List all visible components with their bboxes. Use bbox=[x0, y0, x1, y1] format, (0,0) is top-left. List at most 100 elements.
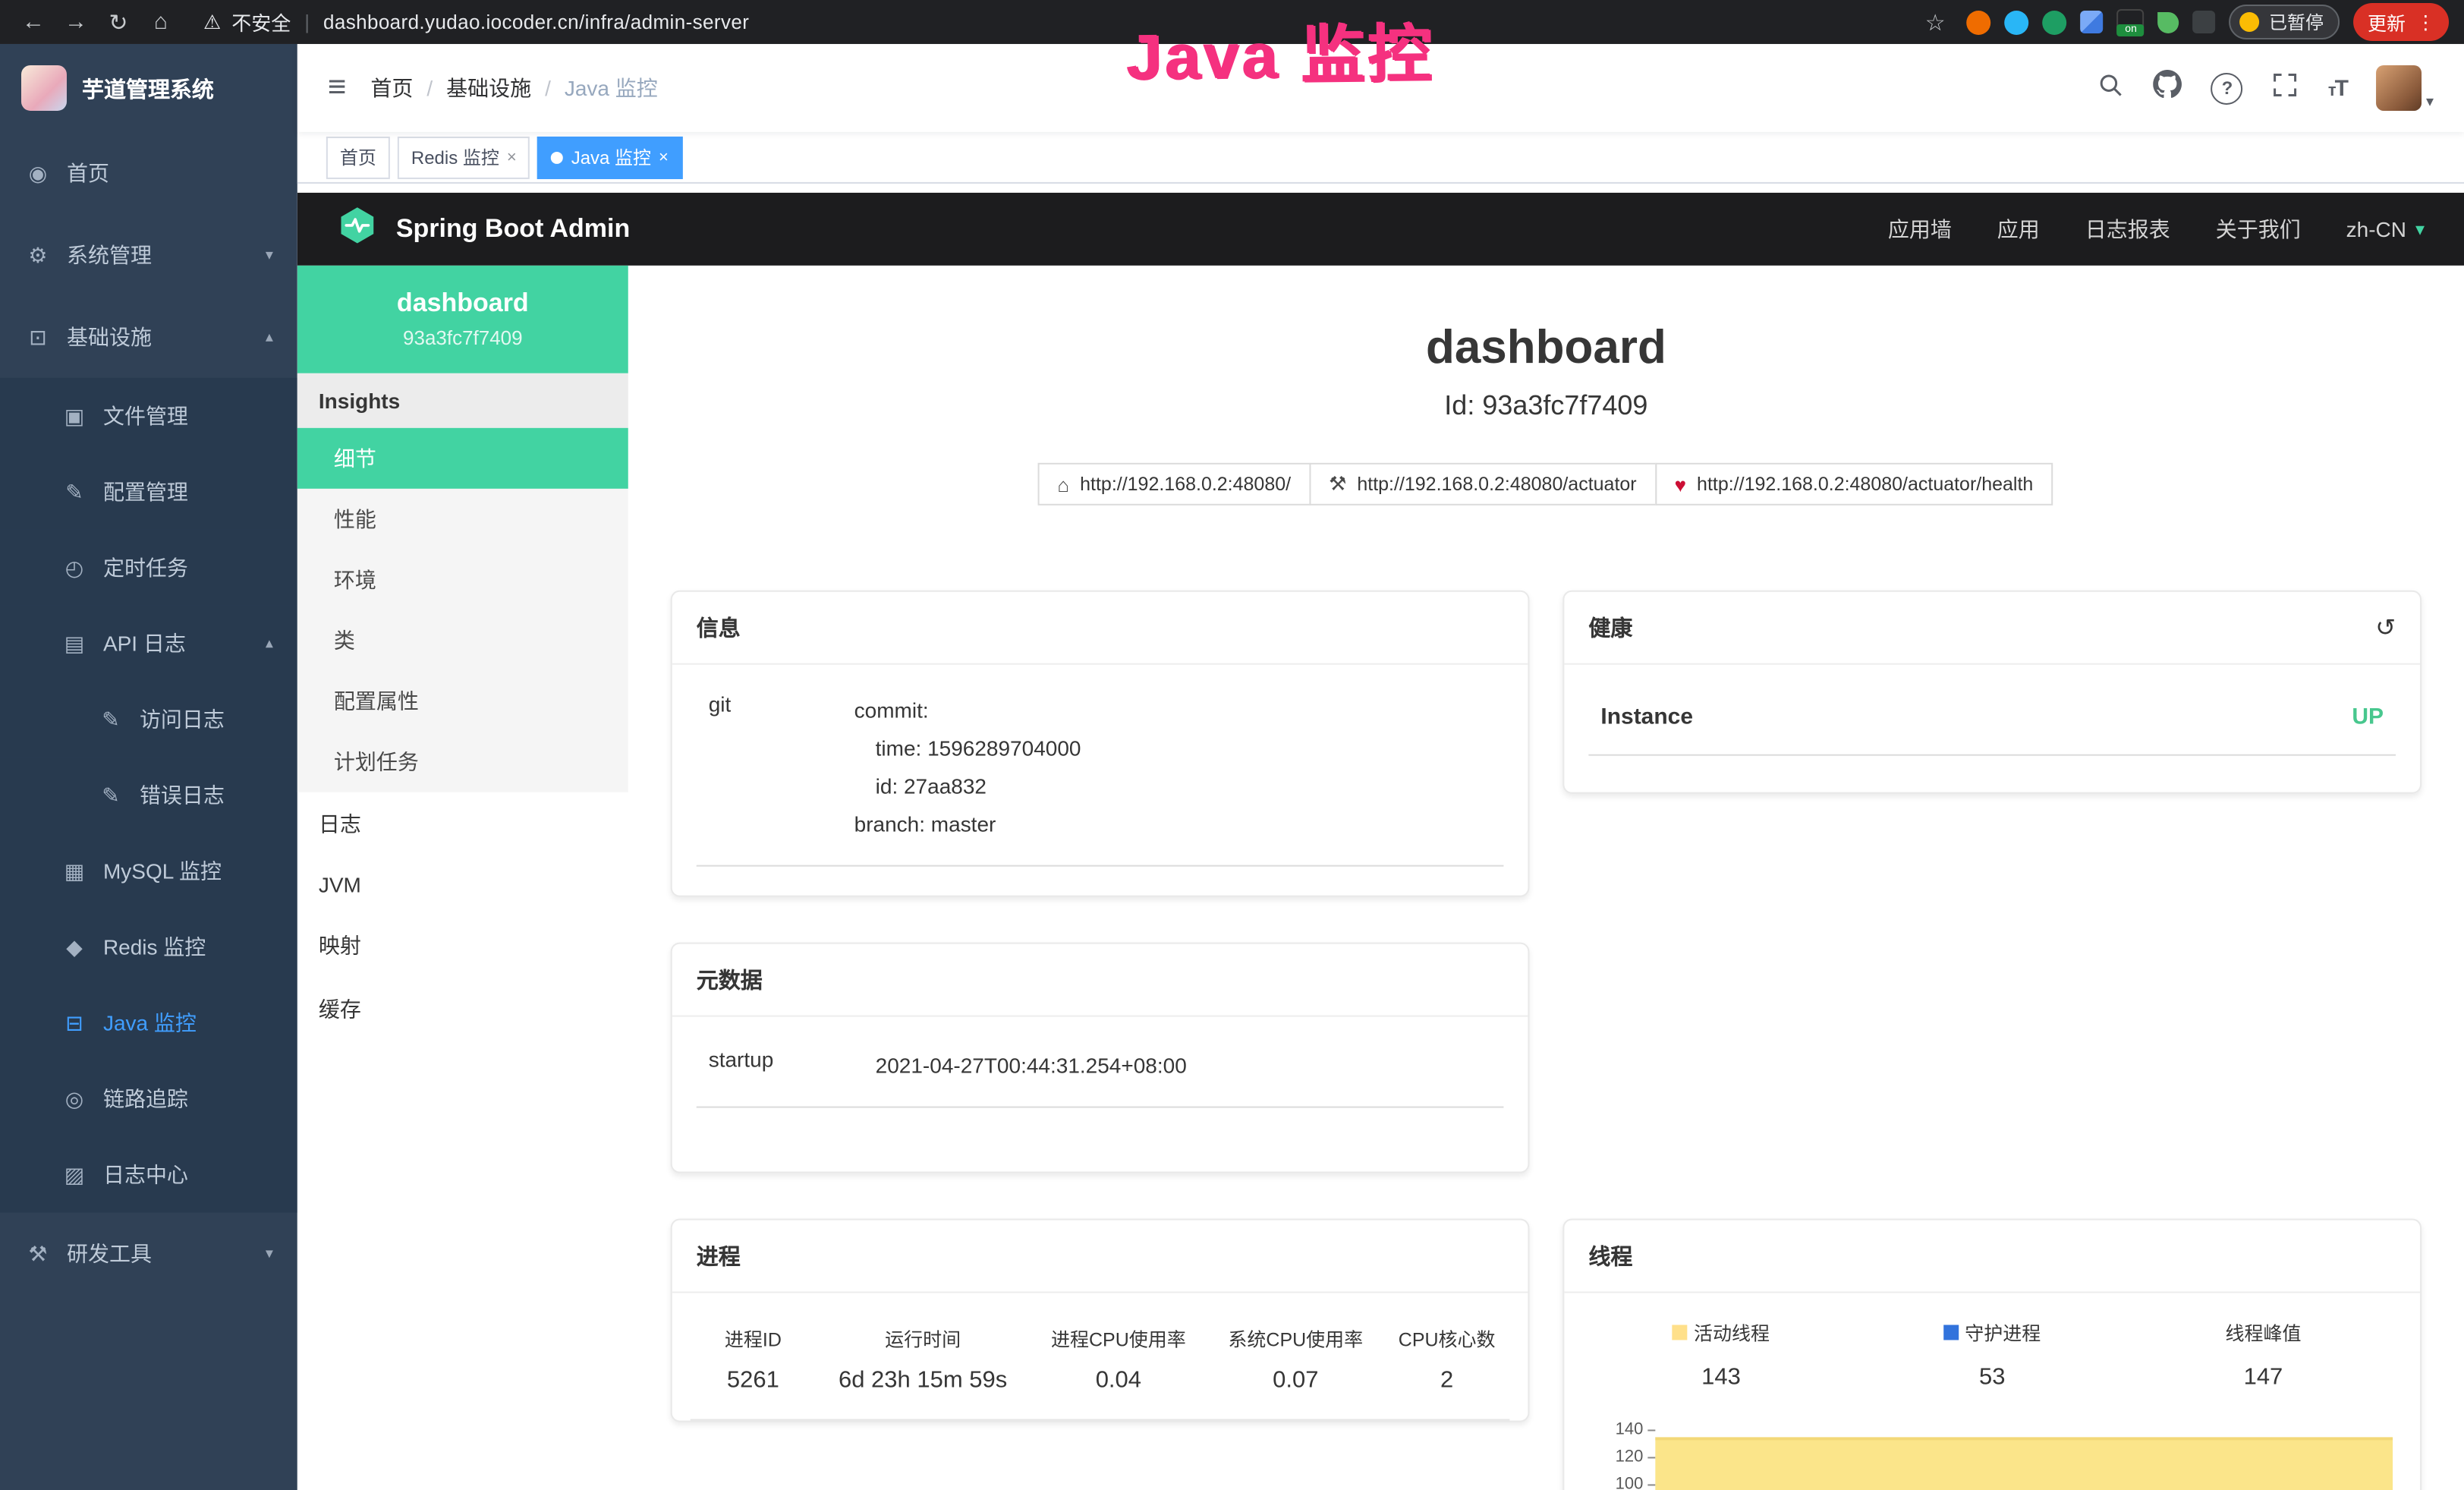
sidebar-item-label: MySQL 监控 bbox=[103, 856, 222, 887]
search-icon[interactable] bbox=[2097, 71, 2125, 106]
instance-header: dashboard 93a3fc7f7409 bbox=[297, 266, 628, 373]
browser-extension-icon-2[interactable] bbox=[2005, 10, 2029, 34]
info-line: branch: master bbox=[854, 806, 1492, 844]
address-bar[interactable]: ⚠ 不安全 | dashboard.yudao.iocoder.cn/infra… bbox=[203, 8, 749, 36]
sidenav-item-metrics[interactable]: 性能 bbox=[297, 489, 628, 550]
breadcrumb-separator: / bbox=[545, 76, 551, 100]
sidebar-item-access-log[interactable]: ✎ 访问日志 bbox=[0, 682, 297, 758]
sidebar-item-file[interactable]: ▣ 文件管理 bbox=[0, 378, 297, 454]
edit-icon: ✎ bbox=[61, 479, 88, 505]
browser-extension-icon-3[interactable] bbox=[2043, 10, 2067, 34]
actuator-url-link[interactable]: ⚒ http://192.168.0.2:48080/actuator bbox=[1309, 463, 1657, 506]
sidenav-item-mappings[interactable]: 映射 bbox=[297, 914, 628, 978]
sidebar-item-label: 配置管理 bbox=[103, 477, 188, 507]
insights-group-title[interactable]: Insights bbox=[297, 373, 628, 428]
sba-brand[interactable]: Spring Boot Admin bbox=[396, 214, 630, 244]
sidebar-item-devtools[interactable]: ⚒ 研发工具 ▾ bbox=[0, 1213, 297, 1295]
sidenav-item-environment[interactable]: 环境 bbox=[297, 550, 628, 610]
font-size-icon[interactable]: тT bbox=[2328, 75, 2347, 101]
app-logo-row[interactable]: 芋道管理系统 bbox=[0, 44, 297, 132]
app-sidebar: 芋道管理系统 ◉ 首页 ⚙ 系统管理 ▾ ⊡ 基础设施 ▴ ▣ bbox=[0, 44, 297, 1490]
breadcrumb-home[interactable]: 首页 bbox=[370, 73, 413, 103]
chrome-update-button[interactable]: 更新 ⋮ bbox=[2354, 3, 2449, 41]
sidebar-nav: ◉ 首页 ⚙ 系统管理 ▾ ⊡ 基础设施 ▴ ▣ 文件管理 bbox=[0, 132, 297, 1295]
sidenav-item-scheduledtasks[interactable]: 计划任务 bbox=[297, 732, 628, 792]
sidebar-item-trace[interactable]: ◎ 链路追踪 bbox=[0, 1061, 297, 1137]
metadata-key: startup bbox=[709, 1047, 876, 1085]
legend-value: 143 bbox=[1585, 1364, 1856, 1391]
sidebar-item-config[interactable]: ✎ 配置管理 bbox=[0, 454, 297, 530]
sidebar-item-home[interactable]: ◉ 首页 bbox=[0, 132, 297, 214]
sidebar-item-infra[interactable]: ⊡ 基础设施 ▴ bbox=[0, 296, 297, 378]
user-menu[interactable]: ▾ bbox=[2376, 65, 2434, 111]
browser-extension-icon-6[interactable] bbox=[2158, 11, 2179, 33]
sidebar-item-label: Redis 监控 bbox=[103, 932, 206, 962]
fullscreen-icon[interactable] bbox=[2272, 71, 2299, 106]
legend-swatch-yellow bbox=[1673, 1324, 1688, 1339]
avatar[interactable] bbox=[2376, 65, 2422, 111]
sba-nav-applications[interactable]: 应用 bbox=[1997, 214, 2040, 244]
sidebar-item-job[interactable]: ◴ 定时任务 bbox=[0, 530, 297, 606]
browser-menu-icon[interactable]: ⋮ bbox=[2416, 11, 2435, 33]
security-label[interactable]: 不安全 bbox=[231, 8, 291, 36]
process-col-cores: CPU核心数 2 bbox=[1384, 1314, 1509, 1419]
sidenav-item-classes[interactable]: 类 bbox=[297, 610, 628, 671]
sidebar-item-mysql[interactable]: ▦ MySQL 监控 bbox=[0, 833, 297, 909]
card-title: 信息 bbox=[697, 612, 741, 644]
legend-swatch-blue bbox=[1943, 1324, 1959, 1339]
cards-grid: 信息 git commit: time: 1596289704000 id: 2 bbox=[671, 591, 2422, 1490]
sidebar-item-system[interactable]: ⚙ 系统管理 ▾ bbox=[0, 214, 297, 296]
sidenav-item-configprops[interactable]: 配置属性 bbox=[297, 671, 628, 732]
tab-redis[interactable]: Redis 监控 × bbox=[398, 136, 530, 178]
process-col-pid: 进程ID 5261 bbox=[691, 1314, 816, 1419]
link-url: http://192.168.0.2:48080/actuator/health bbox=[1697, 474, 2033, 495]
address-divider: | bbox=[304, 11, 310, 33]
extensions-puzzle-icon[interactable] bbox=[2193, 11, 2216, 33]
hamburger-icon[interactable]: ≡ bbox=[328, 70, 347, 106]
breadcrumb-infra[interactable]: 基础设施 bbox=[446, 73, 531, 103]
locale-select[interactable]: zh-CN ▾ bbox=[2346, 217, 2425, 241]
tab-java[interactable]: Java 监控 × bbox=[538, 136, 682, 178]
tab-home[interactable]: 首页 bbox=[326, 136, 390, 178]
browser-extension-icon-4[interactable] bbox=[2081, 11, 2104, 33]
main-area: ≡ 首页 / 基础设施 / Java 监控 ? тT ▾ bbox=[297, 44, 2464, 1490]
page-url[interactable]: dashboard.yudao.iocoder.cn/infra/admin-s… bbox=[323, 11, 749, 33]
close-icon[interactable]: × bbox=[659, 148, 669, 166]
paused-badge[interactable]: 已暂停 bbox=[2230, 5, 2340, 39]
sidenav-item-caches[interactable]: 缓存 bbox=[297, 978, 628, 1041]
edit-icon: ✎ bbox=[97, 707, 124, 732]
browser-extension-icon-5[interactable]: on bbox=[2117, 8, 2145, 36]
health-url-link[interactable]: ♥ http://192.168.0.2:48080/actuator/heal… bbox=[1655, 463, 2053, 506]
health-instance-row: Instance UP bbox=[1588, 695, 2396, 756]
github-icon[interactable] bbox=[2154, 70, 2182, 106]
sba-nav-about[interactable]: 关于我们 bbox=[2216, 214, 2301, 244]
sidebar-item-api-log[interactable]: ▤ API 日志 ▴ bbox=[0, 606, 297, 682]
browser-extension-icon-1[interactable] bbox=[1967, 10, 1991, 34]
forward-button[interactable]: → bbox=[58, 9, 94, 35]
tab-label: Redis 监控 bbox=[411, 144, 499, 170]
status-badge: UP bbox=[2352, 704, 2384, 730]
history-icon[interactable]: ↺ bbox=[2375, 613, 2396, 643]
sidenav-item-logs[interactable]: 日志 bbox=[297, 792, 628, 856]
sba-logo-icon bbox=[337, 205, 378, 254]
home-button[interactable]: ⌂ bbox=[143, 9, 179, 35]
close-icon[interactable]: × bbox=[507, 148, 517, 166]
sba-nav-wallboard[interactable]: 应用墙 bbox=[1888, 214, 1952, 244]
sba-nav-journal[interactable]: 日志报表 bbox=[2085, 214, 2170, 244]
sidenav-item-jvm[interactable]: JVM bbox=[297, 856, 628, 914]
sidebar-item-java[interactable]: ⊟ Java 监控 bbox=[0, 985, 297, 1061]
back-button[interactable]: ← bbox=[15, 9, 52, 35]
info-line: id: 27aa832 bbox=[854, 768, 1492, 806]
sidebar-item-log-center[interactable]: ▨ 日志中心 bbox=[0, 1137, 297, 1213]
sidebar-item-redis[interactable]: ◆ Redis 监控 bbox=[0, 909, 297, 985]
sidebar-item-error-log[interactable]: ✎ 错误日志 bbox=[0, 758, 297, 833]
bookmark-star-icon[interactable]: ☆ bbox=[1917, 8, 1953, 36]
sidebar-item-label: API 日志 bbox=[103, 628, 186, 659]
help-icon[interactable]: ? bbox=[2211, 72, 2243, 104]
sidenav-item-details[interactable]: 细节 bbox=[297, 428, 628, 489]
link-url: http://192.168.0.2:48080/ bbox=[1080, 474, 1291, 495]
header-actions: ? тT ▾ bbox=[2097, 65, 2434, 111]
legend-peak: 线程峰值 147 bbox=[2128, 1317, 2399, 1391]
reload-button[interactable]: ↻ bbox=[100, 8, 137, 36]
service-url-link[interactable]: ⌂ http://192.168.0.2:48080/ bbox=[1037, 463, 1311, 506]
